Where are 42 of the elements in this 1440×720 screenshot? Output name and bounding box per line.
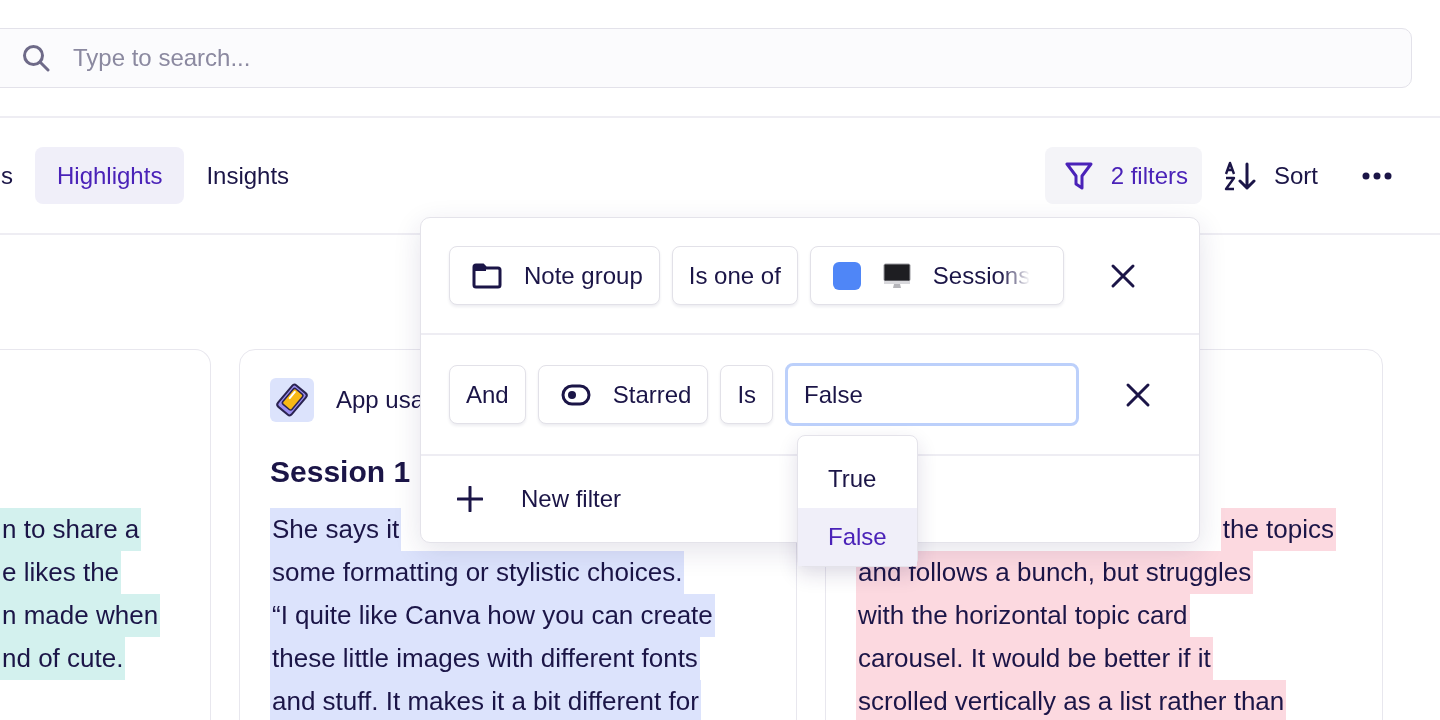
highlighted-text: these little images with different fonts (270, 637, 700, 680)
operator-chip[interactable]: Is (720, 365, 774, 424)
search-field[interactable]: Type to search... (0, 28, 1412, 88)
group-color-icon (832, 261, 861, 290)
tab[interactable]: s (0, 147, 35, 204)
highlighted-text: some formatting or stylistic choices. (270, 551, 685, 594)
highlighted-text: scrolled vertically as a list rather than (856, 680, 1287, 720)
folder-icon (472, 262, 502, 289)
value-chip[interactable]: Sessions (809, 246, 1064, 305)
plus-icon (457, 486, 483, 512)
highlighted-text: “I quite like Canva how you can create (270, 594, 715, 637)
filter-button[interactable]: 2 filters (1044, 147, 1202, 204)
tab[interactable]: Insights (184, 147, 312, 204)
sort-button[interactable]: Sort (1218, 147, 1324, 204)
highlighted-text: n made when (0, 594, 161, 637)
more-icon[interactable] (1362, 171, 1392, 180)
dropdown-option[interactable]: True (798, 450, 917, 508)
new-filter-button[interactable]: New filter (457, 485, 622, 513)
search-icon (22, 44, 50, 72)
toggle-icon (560, 383, 591, 406)
funnel-icon (1064, 160, 1093, 191)
field-chip[interactable]: Note group (449, 246, 660, 305)
highlighted-text: and stuff. It makes it a bit different for (270, 680, 701, 720)
field-chip[interactable]: Starred (537, 365, 709, 424)
dropdown-option[interactable]: False (798, 508, 917, 566)
highlighted-text: carousel. It would be better if it (856, 637, 1213, 680)
highlighted-text: e likes the (0, 551, 122, 594)
conjunction-chip[interactable]: And (449, 365, 526, 424)
highlighted-text: n to share a (0, 508, 142, 551)
highlighted-text: nd of cute. (0, 637, 126, 680)
highlighted-text: the topics (1220, 508, 1336, 551)
close-icon[interactable] (1109, 262, 1136, 289)
value-select[interactable]: False (785, 363, 1080, 426)
operator-chip[interactable]: Is one of (671, 246, 798, 305)
card-title: Session 1 (270, 455, 411, 488)
highlighted-text: She says it (270, 508, 402, 551)
highlighted-text: with the horizontal topic card (856, 594, 1190, 637)
monitor-icon (882, 262, 911, 289)
phone-icon (270, 378, 314, 422)
tab[interactable]: Highlights (35, 147, 185, 204)
close-icon[interactable] (1125, 381, 1152, 408)
sort-icon (1224, 160, 1256, 191)
